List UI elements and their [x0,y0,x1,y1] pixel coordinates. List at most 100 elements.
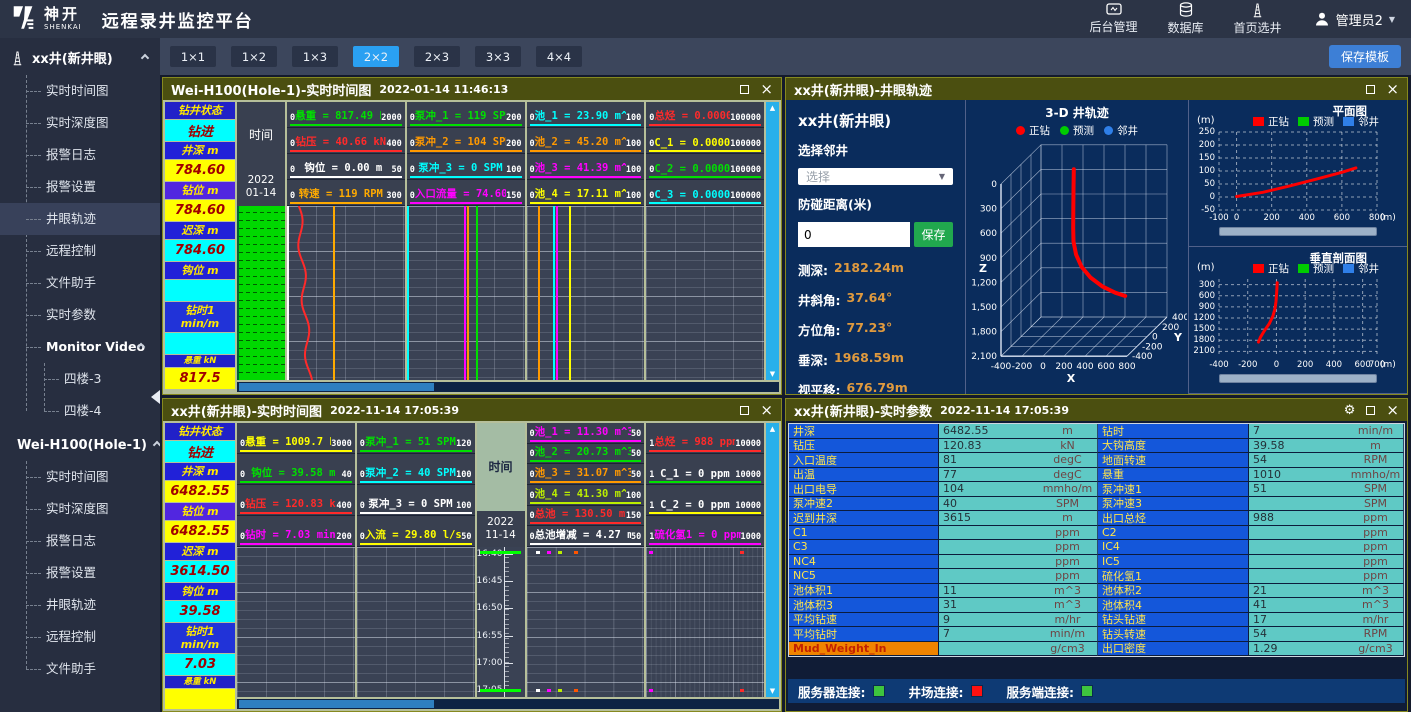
tree-item[interactable]: 实时参数 [0,299,160,331]
vertical-scrollbar[interactable]: ▲▼ [766,423,779,697]
time-column-header: 时间202201-14 [237,102,285,206]
tree-well[interactable]: xx井(新井眼) [0,38,160,75]
table-row: 钻压120.83kN大钩高度39.58m [789,439,1404,454]
expand-icon[interactable] [1366,406,1375,415]
param-unit-cell: m/hr [1344,613,1404,628]
param-value: 6482.55 [165,521,235,542]
tree-item[interactable]: 井眼轨迹 [0,589,160,621]
curve-header-text: 0悬重 = 1009.7 kN3000 [240,434,352,449]
tree-item-monitor-video[interactable]: Monitor Video [0,331,160,363]
time-axis [504,547,505,697]
vertical-section-chart: 垂直剖面图(m)正钻预测邻井3006009001200150018002100-… [1189,247,1407,394]
params-content: 井深6482.55m钻时7min/m钻压120.83kN大钩高度39.58m入口… [786,421,1407,711]
curve-label: 池_2 = 45.20 m^3 [535,134,626,149]
close-icon[interactable]: × [760,403,773,418]
status-label: 服务端连接: [1007,682,1075,701]
curve-header: 0总池增减 = 4.27 m^350 [527,526,645,547]
track-body [527,206,645,380]
param-label: 悬重 kN [165,355,235,367]
time-tick [504,636,513,637]
table-row: 入口温度81degC地面转速54RPM [789,453,1404,468]
nav-item-admin[interactable]: 后台管理 [1090,3,1138,35]
param-label-text: 钻位 m [181,184,218,197]
param-value-cell [939,540,1034,555]
layout-button-4×4[interactable]: 4×4 [536,46,582,67]
layout-button-1×1[interactable]: 1×1 [170,46,216,67]
tree-item[interactable]: 报警日志 [0,139,160,171]
close-icon[interactable]: × [1386,403,1399,418]
chevron-up-icon [141,53,149,61]
panel-title-bar: xx井(新井眼)-井眼轨迹 × [786,78,1407,100]
curve-header-text: 0C_3 = 0.0000100000 [649,189,761,201]
curve-header-text: 0池_2 = 20.73 m^350 [530,444,642,459]
param-label-text: 井深 m [181,144,218,157]
param-unit-cell: ppm [1344,540,1404,555]
gear-icon[interactable]: ⚙ [1344,404,1356,417]
layout-button-1×2[interactable]: 1×2 [231,46,277,67]
curve-label: C_2 = 0.0000 [654,163,730,175]
tree-item[interactable]: 实时深度图 [0,493,160,525]
curve-header: 0入流 = 29.80 l/s50 [357,516,475,547]
tree-well[interactable]: Wei-H100(Hole-1) [0,427,160,461]
y-tick-label: 100 [1189,166,1215,176]
time-column-header: 时间202211-14 [477,423,525,547]
tree-item[interactable]: 报警设置 [0,557,160,589]
param-name-cell: 平均钻速 [789,613,939,628]
plan-view-chart: 平面图(m)正钻预测邻井250200150100500-50-100020040… [1189,100,1407,247]
layout-button-2×3[interactable]: 2×3 [414,46,460,67]
param-unit-cell: SPM [1034,497,1098,512]
nav-item-well-select[interactable]: 首页选井 [1234,2,1282,36]
anti-collision-distance-input[interactable] [798,222,910,247]
param-name-cell: C3 [789,540,939,555]
x-tick-label: 0 [1261,360,1291,370]
curve-min: 0 [410,165,415,175]
layout-button-2×2[interactable]: 2×2 [353,46,399,67]
param-name-cell: IC4 [1098,540,1249,555]
curve-max: 10000 [735,501,761,511]
layout-button-1×3[interactable]: 1×3 [292,46,338,67]
tree-item[interactable]: 文件助手 [0,653,160,685]
param-name-cell: 池体积4 [1098,598,1249,613]
tree-item[interactable]: 实时时间图 [0,461,160,493]
user-menu[interactable]: 管理员2▼ [1314,10,1395,29]
save-distance-button[interactable]: 保存 [914,222,953,247]
tree-item[interactable]: 实时时间图 [0,75,160,107]
tree-item[interactable]: 报警日志 [0,525,160,557]
data-dot [740,689,744,692]
nav-item-db[interactable]: 数据库 [1168,2,1204,36]
close-icon[interactable]: × [1386,82,1399,97]
expand-icon[interactable] [740,85,749,94]
neighbor-well-select[interactable]: 选择 ▼ [798,168,953,185]
layout-buttons: 1×1 1×2 1×3 2×2 2×3 3×3 4×4 [170,46,582,67]
tree-item[interactable]: 报警设置 [0,171,160,203]
tree-item[interactable]: 四楼-3 [18,363,160,395]
curve-max: 150 [626,511,641,521]
tree-item[interactable]: 远程控制 [0,235,160,267]
tree-item[interactable]: 实时深度图 [0,107,160,139]
tree-item[interactable]: 井眼轨迹 [0,203,160,235]
save-template-button[interactable]: 保存模板 [1329,45,1401,68]
param-unit-cell: RPM [1344,453,1404,468]
curve-header: 0悬重 = 817.49 kN2000 [287,102,405,128]
close-icon[interactable]: × [760,82,773,97]
sidebar-collapse-handle[interactable] [151,390,160,404]
tree-item[interactable]: 四楼-4 [18,395,160,427]
curve-max: 100 [626,113,641,123]
curve-header-text: 0池_1 = 23.90 m^3100 [530,108,642,123]
vertical-scrollbar[interactable]: ▲▼ [766,102,779,380]
data-dot [547,689,551,692]
curve-min: 0 [360,470,365,480]
horizontal-scrollbar[interactable] [1219,374,1377,383]
layout-button-3×3[interactable]: 3×3 [475,46,521,67]
curve-label: 钻压 = 120.83 kN [245,496,336,511]
panel-well-trajectory: xx井(新井眼)-井眼轨迹 × xx井(新井眼) 选择邻井 选择 ▼ 防碰距离(… [785,77,1408,395]
tree-item[interactable]: 文件助手 [0,267,160,299]
expand-icon[interactable] [740,406,749,415]
horizontal-scrollbar[interactable] [1219,227,1377,236]
expand-icon[interactable] [1366,85,1375,94]
horizontal-scrollbar[interactable] [237,382,779,392]
curve-max: 2000 [381,113,401,123]
tree-item[interactable]: 远程控制 [0,621,160,653]
horizontal-scrollbar[interactable] [237,699,779,709]
curve-max: 3000 [331,439,351,449]
